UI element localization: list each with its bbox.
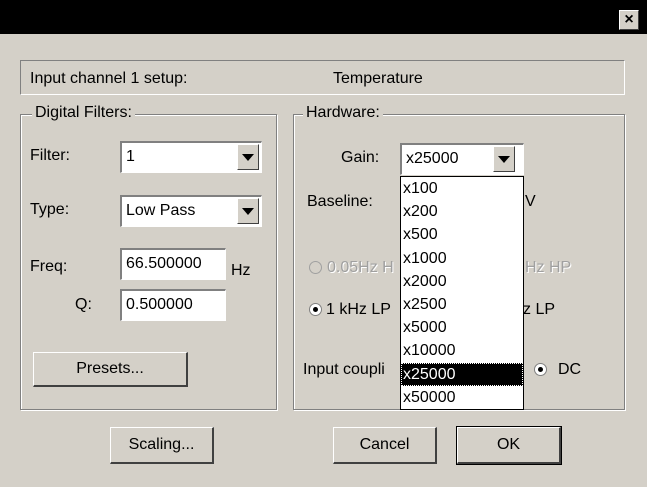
- hp-option-label: 0.05Hz H: [327, 259, 394, 276]
- type-select-value: Low Pass: [126, 202, 196, 219]
- freq-unit: Hz: [231, 262, 251, 279]
- radio-selected-dot: [313, 307, 318, 312]
- title-bar: [0, 0, 647, 34]
- gain-option[interactable]: x100: [401, 177, 523, 200]
- baseline-label: Baseline:: [307, 193, 373, 210]
- hp-option-label-right: Hz HP: [525, 259, 572, 276]
- gain-option[interactable]: x1000: [401, 247, 523, 270]
- cancel-button-label: Cancel: [359, 436, 410, 453]
- chevron-down-icon: [498, 155, 510, 163]
- digital-filters-title: Digital Filters:: [32, 104, 135, 122]
- gain-option[interactable]: x10000: [401, 339, 523, 362]
- dc-radio[interactable]: [534, 363, 547, 376]
- chevron-down-icon: [242, 153, 254, 161]
- filter-select-value: 1: [126, 148, 135, 165]
- input-coupling-label: Input coupli: [303, 361, 385, 378]
- gain-select-value: x25000: [406, 150, 459, 167]
- ok-button-label: OK: [496, 436, 521, 453]
- presets-button[interactable]: Presets...: [33, 352, 188, 387]
- gain-option[interactable]: x50000: [401, 386, 523, 409]
- hp-radio[interactable]: [309, 261, 322, 274]
- gain-option-selected[interactable]: x25000: [401, 362, 523, 386]
- filter-dropdown-button[interactable]: [237, 144, 259, 170]
- lp-option-label-right: z LP: [523, 301, 556, 318]
- cancel-button[interactable]: Cancel: [333, 427, 437, 464]
- presets-button-label: Presets...: [76, 360, 144, 377]
- gain-option[interactable]: x2500: [401, 293, 523, 316]
- q-input[interactable]: 0.500000: [120, 289, 226, 321]
- lp-radio[interactable]: [309, 303, 322, 316]
- freq-input-value: 66.500000: [126, 255, 202, 272]
- ok-button[interactable]: OK: [456, 426, 562, 465]
- baseline-unit: V: [525, 193, 536, 210]
- chevron-down-icon: [242, 207, 254, 215]
- gain-option[interactable]: x2000: [401, 270, 523, 293]
- hardware-title: Hardware:: [303, 104, 383, 122]
- filter-label: Filter:: [30, 147, 70, 164]
- radio-selected-dot: [538, 367, 543, 372]
- close-button[interactable]: ×: [619, 10, 639, 30]
- gain-option[interactable]: x500: [401, 223, 523, 246]
- q-input-value: 0.500000: [126, 296, 193, 313]
- type-dropdown-button[interactable]: [237, 198, 259, 224]
- lp-option-label: 1 kHz LP: [326, 301, 391, 318]
- channel-name: Temperature: [333, 70, 423, 87]
- type-label: Type:: [30, 201, 70, 218]
- close-icon: ×: [624, 11, 634, 28]
- freq-input[interactable]: 66.500000: [120, 248, 226, 280]
- gain-label: Gain:: [341, 149, 380, 166]
- dc-option-label: DC: [558, 361, 582, 378]
- gain-dropdown-list[interactable]: x100 x200 x500 x1000 x2000 x2500 x5000 x…: [400, 176, 524, 410]
- channel-setup-label: Input channel 1 setup:: [30, 70, 188, 87]
- scaling-button[interactable]: Scaling...: [110, 427, 214, 464]
- gain-option[interactable]: x5000: [401, 316, 523, 339]
- gain-dropdown-button[interactable]: [493, 146, 515, 172]
- freq-label: Freq:: [30, 258, 68, 275]
- scaling-button-label: Scaling...: [128, 436, 195, 453]
- gain-option[interactable]: x200: [401, 200, 523, 223]
- q-label: Q:: [75, 296, 92, 313]
